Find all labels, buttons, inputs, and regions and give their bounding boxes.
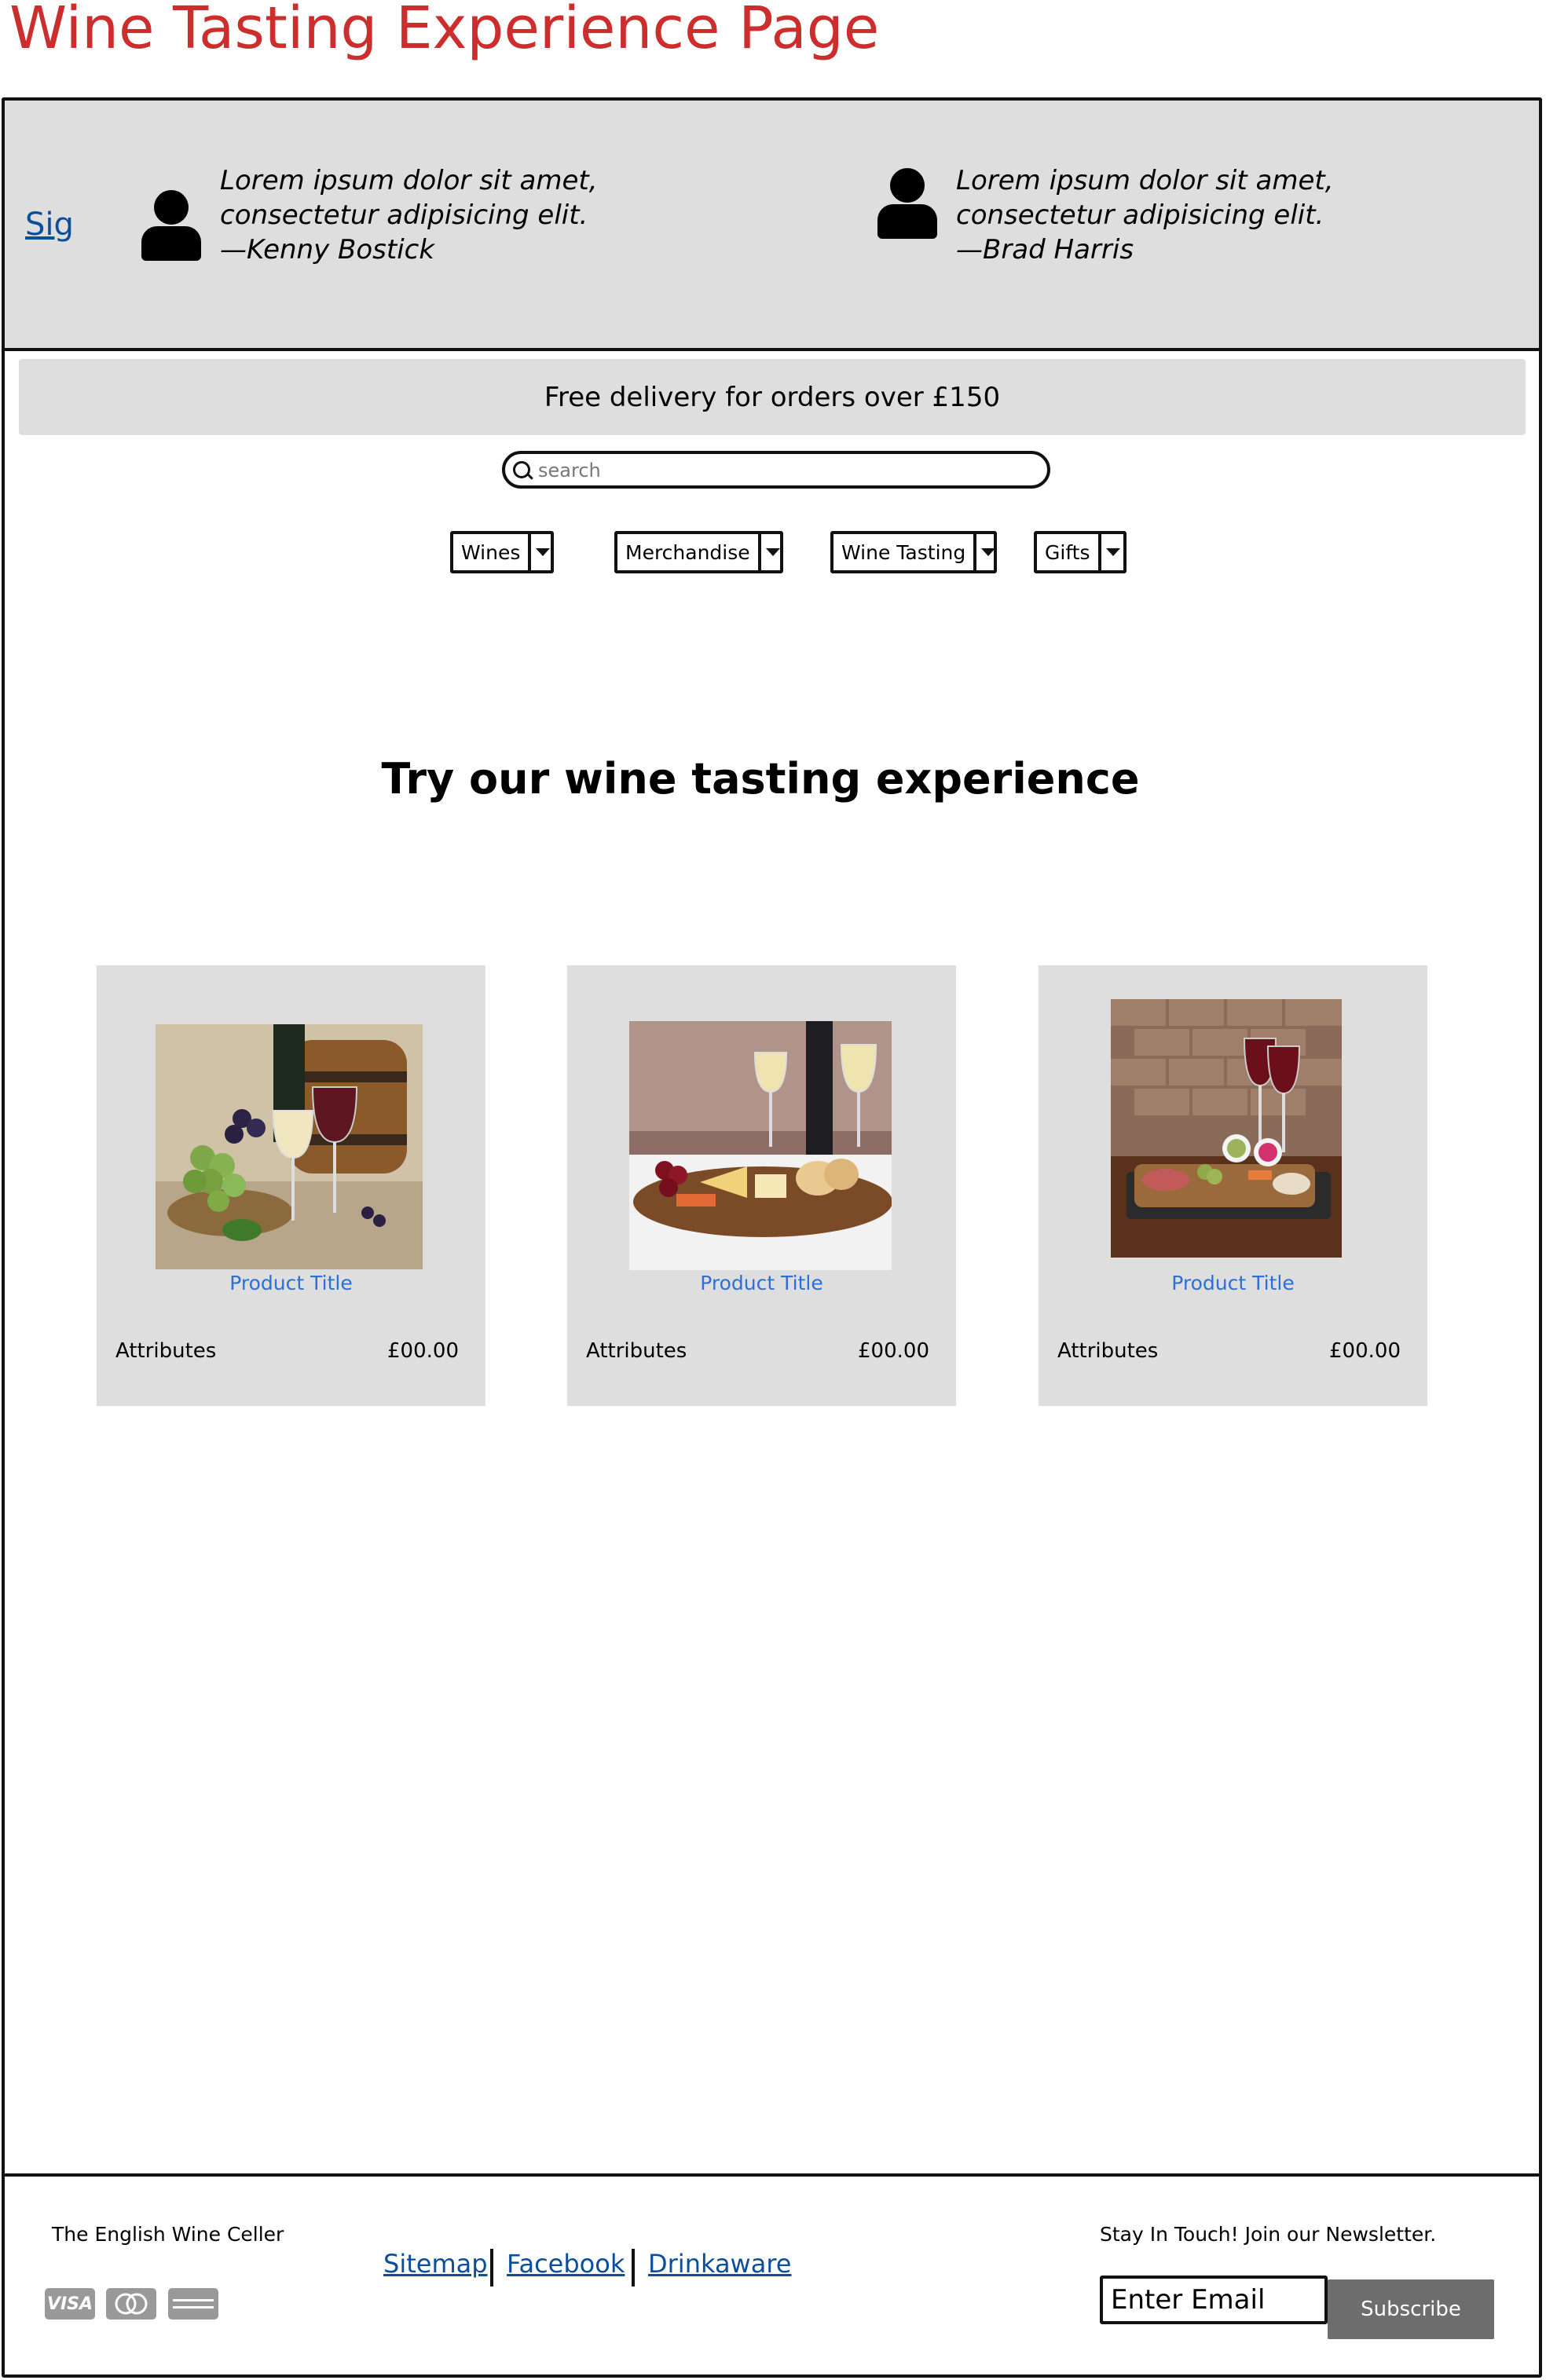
product-card[interactable]: Product Title Attributes £00.00 (97, 965, 485, 1406)
email-field[interactable] (1100, 2276, 1328, 2324)
footer-link-divider (490, 2249, 493, 2287)
delivery-banner: Free delivery for orders over £150 (19, 359, 1526, 435)
product-price: £00.00 (1329, 1339, 1401, 1363)
product-title-link[interactable]: Product Title (97, 1272, 485, 1294)
nav-dropdown-wine-tasting[interactable]: Wine Tasting (830, 531, 997, 573)
search-icon (513, 461, 530, 478)
chevron-down-icon[interactable] (973, 534, 995, 570)
search-input[interactable] (537, 457, 1035, 484)
user-avatar-icon (877, 168, 937, 239)
delivery-banner-text: Free delivery for orders over £150 (544, 381, 1001, 413)
visa-icon-text: VISA (46, 2294, 93, 2314)
nav-dropdown-label: Wines (461, 540, 521, 564)
page-title: Wine Tasting Experience Page (9, 0, 880, 62)
charcuterie-board-wine-image[interactable] (1111, 999, 1342, 1258)
chevron-down-icon[interactable] (757, 534, 780, 570)
testimonial-text-line2: consectetur adipisicing elit. (220, 200, 588, 231)
product-attributes: Attributes (115, 1339, 217, 1363)
product-card[interactable]: Product Title Attributes £00.00 (567, 965, 956, 1406)
newsletter-label: Stay In Touch! Join our Newsletter. (1100, 2223, 1437, 2246)
nav-dropdown-merchandise[interactable]: Merchandise (614, 531, 783, 573)
section-heading: Try our wine tasting experience (381, 754, 1140, 804)
testimonial-text-line1: Lorem ipsum dolor sit amet, (956, 165, 1334, 196)
nav-dropdown-gifts[interactable]: Gifts (1034, 531, 1127, 573)
product-card[interactable]: Product Title Attributes £00.00 (1039, 965, 1427, 1406)
product-price: £00.00 (387, 1339, 459, 1363)
email-input[interactable] (1103, 2279, 1324, 2321)
nav-dropdown-label: Merchandise (625, 540, 750, 564)
visa-icon: VISA (45, 2288, 95, 2320)
testimonial-text-line2: consectetur adipisicing elit. (956, 200, 1324, 231)
testimonial-text-line1: Lorem ipsum dolor sit amet, (220, 165, 598, 196)
product-title-link[interactable]: Product Title (1039, 1272, 1427, 1294)
nav-dropdown-label: Gifts (1045, 540, 1090, 564)
footer-link-sitemap[interactable]: Sitemap (383, 2249, 488, 2279)
mastercard-icon (106, 2288, 156, 2320)
testimonial-author: —Brad Harris (956, 234, 1134, 265)
cheese-board-wine-image[interactable] (629, 1021, 892, 1270)
testimonial-author: —Kenny Bostick (220, 234, 435, 265)
american-express-icon (168, 2288, 218, 2320)
nav-dropdown-label: Wine Tasting (841, 540, 966, 564)
subscribe-button[interactable]: Subscribe (1328, 2279, 1494, 2339)
user-avatar-icon (141, 190, 201, 261)
product-attributes: Attributes (586, 1339, 687, 1363)
sign-in-link[interactable]: Sig (25, 207, 74, 243)
product-attributes: Attributes (1057, 1339, 1159, 1363)
chevron-down-icon[interactable] (528, 534, 551, 570)
footer-link-facebook[interactable]: Facebook (507, 2249, 625, 2279)
grapes-wine-barrel-image[interactable] (156, 1024, 423, 1269)
product-title-link[interactable]: Product Title (567, 1272, 956, 1294)
subscribe-button-label: Subscribe (1361, 2298, 1461, 2321)
footer-link-drinkaware[interactable]: Drinkaware (648, 2249, 791, 2279)
product-price: £00.00 (858, 1339, 929, 1363)
testimonial-quote: Lorem ipsum dolor sit amet, consectetur … (956, 163, 1334, 267)
footer-link-divider (632, 2249, 635, 2287)
testimonial-quote: Lorem ipsum dolor sit amet, consectetur … (220, 163, 598, 267)
brand-name: The English Wine Celler (52, 2223, 284, 2246)
search-box[interactable] (502, 451, 1050, 489)
chevron-down-icon[interactable] (1097, 534, 1123, 570)
nav-dropdown-wines[interactable]: Wines (450, 531, 554, 573)
